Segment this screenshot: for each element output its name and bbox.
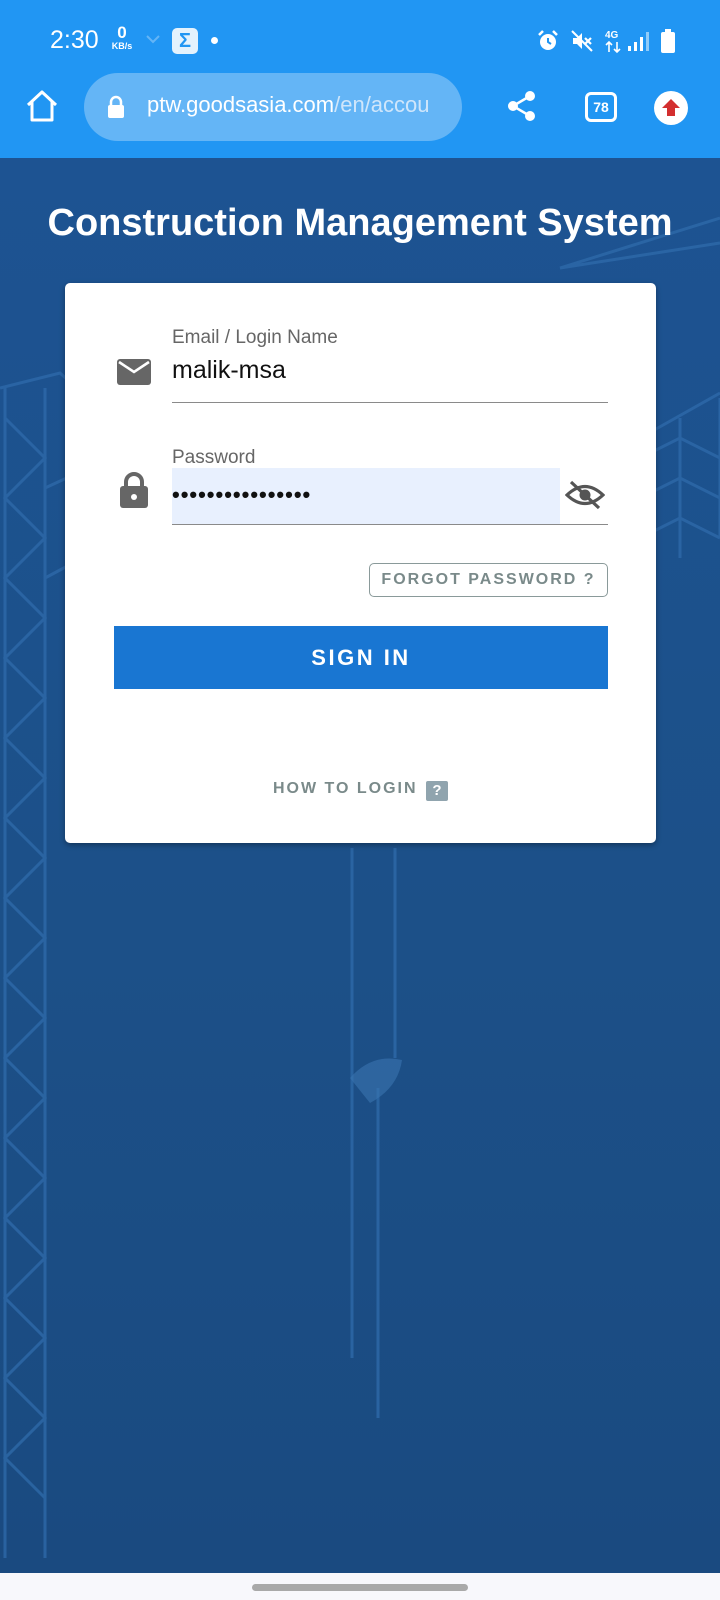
email-label: Email / Login Name [172,327,338,348]
sign-in-button[interactable]: SIGN IN [114,626,608,689]
url-domain: ptw.goodsasia.com [147,92,335,117]
network-4g-icon: 4G [605,30,621,54]
network-speed: 0 KB/s [107,24,137,51]
signal-icon [628,32,649,51]
arrow-up-icon [662,99,680,116]
help-icon: ? [426,781,449,801]
home-gesture-handle[interactable] [252,1584,468,1591]
email-field[interactable]: malik-msa [172,356,286,385]
url-text: ptw.goodsasia.com/en/accou [147,92,447,118]
battery-icon [661,29,675,53]
navigation-bar [0,1573,720,1600]
browser-toolbar: ptw.goodsasia.com/en/accou 78 [0,73,720,158]
mute-icon [571,30,593,52]
password-underline [172,524,608,525]
password-value: •••••••••••••••• [172,482,312,507]
network-speed-value: 0 [117,23,127,42]
how-to-login-label: HOW TO LOGIN [272,780,418,797]
password-field[interactable]: •••••••••••••••• [172,468,560,524]
sigma-app-icon: Σ [172,28,198,54]
email-icon [117,359,151,385]
address-bar[interactable]: ptw.goodsasia.com/en/accou [84,73,462,141]
eye-off-icon[interactable] [565,478,605,512]
status-time: 2:30 [50,26,99,54]
status-bar: 2:30 0 KB/s Σ 4G [0,0,720,78]
url-path: /en/accou [334,92,430,117]
share-icon[interactable] [505,89,539,123]
password-label: Password [172,447,256,468]
tabs-count-button[interactable]: 78 [585,92,617,122]
how-to-login-link[interactable]: HOW TO LOGIN ? [65,780,656,801]
forgot-password-button[interactable]: FORGOT PASSWORD ? [369,563,608,597]
svg-text:4G: 4G [605,30,619,41]
download-icon [146,35,160,44]
email-underline [172,402,608,403]
update-button[interactable] [654,91,688,125]
lock-icon [108,95,124,118]
home-icon[interactable] [24,88,60,124]
notification-dot-icon [211,37,218,44]
lock-icon [120,472,148,508]
alarm-icon [538,30,558,50]
page-title: Construction Management System [47,202,673,244]
login-card: Email / Login Name malik-msa Password ••… [65,283,656,843]
network-speed-unit: KB/s [111,41,133,51]
